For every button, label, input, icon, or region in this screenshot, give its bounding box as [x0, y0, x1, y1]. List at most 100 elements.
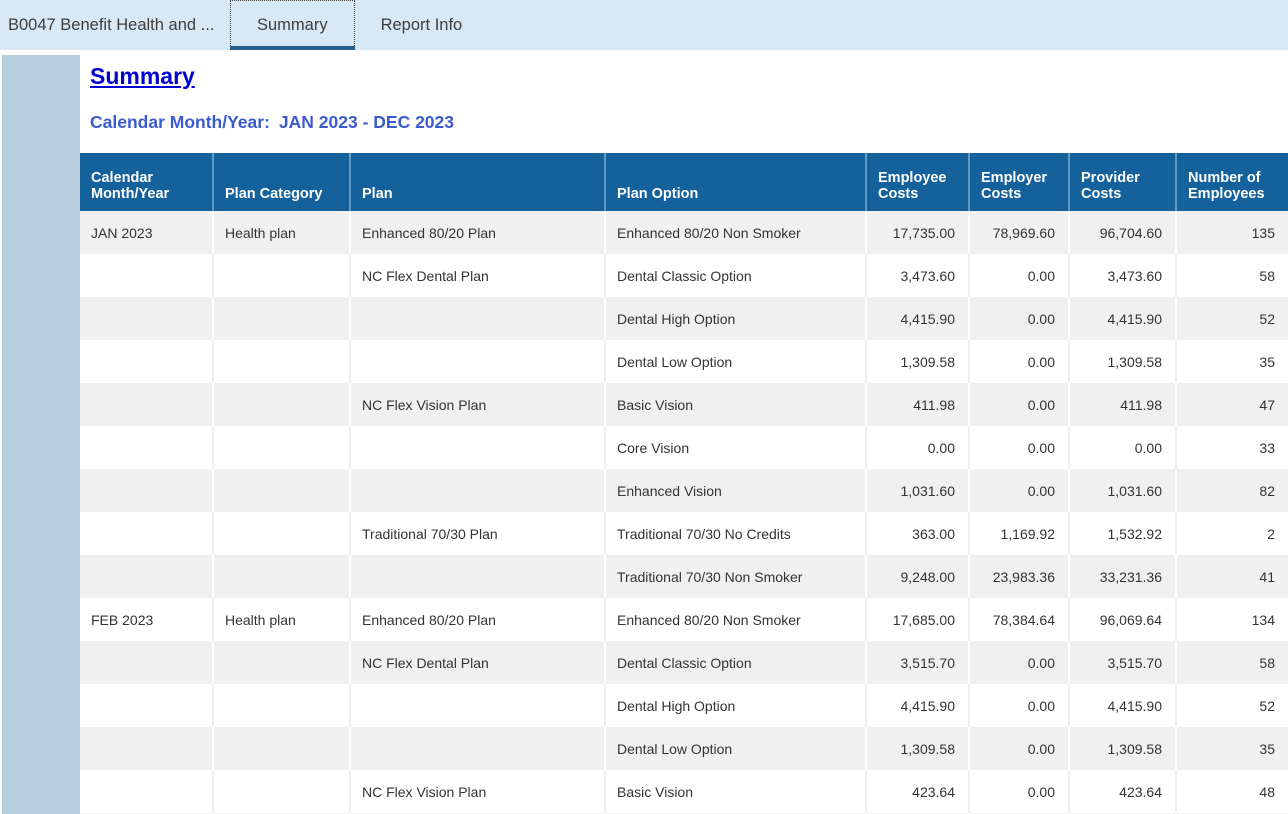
column-header: Calendar Month/Year	[80, 153, 213, 211]
table-cell: 35	[1176, 727, 1288, 770]
table-cell: 0.00	[969, 770, 1069, 813]
table-cell	[350, 684, 605, 727]
table-cell: 1,309.58	[866, 727, 969, 770]
table-cell	[213, 297, 350, 340]
table-cell	[213, 555, 350, 598]
table-row: FEB 2023Health planEnhanced 80/20 PlanEn…	[80, 598, 1288, 641]
table-cell: Dental Low Option	[605, 727, 866, 770]
summary-table: Calendar Month/YearPlan CategoryPlanPlan…	[80, 153, 1288, 814]
calendar-range-label: Calendar Month/Year:	[90, 112, 270, 132]
table-cell: 1,309.58	[866, 340, 969, 383]
table-cell	[80, 469, 213, 512]
table-row: Dental High Option4,415.900.004,415.9052	[80, 297, 1288, 340]
table-cell: Basic Vision	[605, 383, 866, 426]
table-cell: 1,169.92	[969, 512, 1069, 555]
table-cell: 4,415.90	[1069, 684, 1176, 727]
table-cell	[80, 383, 213, 426]
table-cell	[350, 297, 605, 340]
table-cell: 23,983.36	[969, 555, 1069, 598]
report-title-tab[interactable]: B0047 Benefit Health and ...	[0, 0, 230, 50]
table-cell: 1,309.58	[1069, 727, 1176, 770]
table-row: Dental Low Option1,309.580.001,309.5835	[80, 727, 1288, 770]
summary-title-link[interactable]: Summary	[90, 63, 195, 90]
table-cell	[213, 426, 350, 469]
table-cell	[213, 340, 350, 383]
table-cell: 0.00	[969, 340, 1069, 383]
table-cell: 4,415.90	[866, 297, 969, 340]
table-cell: 0.00	[969, 469, 1069, 512]
table-header-row: Calendar Month/YearPlan CategoryPlanPlan…	[80, 153, 1288, 211]
tab-report-info[interactable]: Report Info	[355, 0, 489, 50]
table-cell	[80, 770, 213, 813]
table-cell	[213, 727, 350, 770]
table-cell: 0.00	[866, 426, 969, 469]
table-cell: 0.00	[969, 297, 1069, 340]
table-cell: 3,515.70	[866, 641, 969, 684]
table-cell: Enhanced Vision	[605, 469, 866, 512]
table-cell: JAN 2023	[80, 211, 213, 254]
table-cell: Enhanced 80/20 Plan	[350, 598, 605, 641]
table-cell	[213, 684, 350, 727]
table-cell	[80, 684, 213, 727]
table-cell	[80, 426, 213, 469]
table-cell	[213, 254, 350, 297]
table-cell: Health plan	[213, 598, 350, 641]
table-cell: Dental High Option	[605, 684, 866, 727]
table-cell: 52	[1176, 297, 1288, 340]
table-cell: 0.00	[969, 383, 1069, 426]
table-cell: 0.00	[969, 254, 1069, 297]
table-cell: 363.00	[866, 512, 969, 555]
table-row: NC Flex Dental PlanDental Classic Option…	[80, 254, 1288, 297]
tab-summary-label: Summary	[257, 16, 328, 35]
table-cell: 1,031.60	[866, 469, 969, 512]
table-cell: Basic Vision	[605, 770, 866, 813]
table-row: Enhanced Vision1,031.600.001,031.6082	[80, 469, 1288, 512]
table-cell	[80, 297, 213, 340]
table-row: Traditional 70/30 Non Smoker9,248.0023,9…	[80, 555, 1288, 598]
tab-summary[interactable]: Summary	[230, 0, 355, 50]
table-cell: FEB 2023	[80, 598, 213, 641]
calendar-range-heading: Calendar Month/Year: JAN 2023 - DEC 2023	[90, 112, 1288, 133]
table-cell: 3,473.60	[866, 254, 969, 297]
table-row: Core Vision0.000.000.0033	[80, 426, 1288, 469]
table-cell: 411.98	[1069, 383, 1176, 426]
table-cell: Core Vision	[605, 426, 866, 469]
table-cell: 3,473.60	[1069, 254, 1176, 297]
table-cell: Enhanced 80/20 Plan	[350, 211, 605, 254]
table-cell: 0.00	[969, 727, 1069, 770]
table-cell: NC Flex Vision Plan	[350, 383, 605, 426]
table-row: JAN 2023Health planEnhanced 80/20 PlanEn…	[80, 211, 1288, 254]
table-cell: 48	[1176, 770, 1288, 813]
table-cell: 41	[1176, 555, 1288, 598]
table-cell: 58	[1176, 254, 1288, 297]
table-row: NC Flex Vision PlanBasic Vision423.640.0…	[80, 770, 1288, 813]
table-cell: 1,309.58	[1069, 340, 1176, 383]
table-cell: 0.00	[969, 426, 1069, 469]
table-cell: 17,735.00	[866, 211, 969, 254]
table-cell: 47	[1176, 383, 1288, 426]
table-cell: NC Flex Dental Plan	[350, 641, 605, 684]
table-cell	[350, 469, 605, 512]
table-cell	[80, 254, 213, 297]
left-sidebar-panel	[2, 55, 80, 814]
column-header: Plan Option	[605, 153, 866, 211]
table-cell: Enhanced 80/20 Non Smoker	[605, 598, 866, 641]
table-cell: 96,704.60	[1069, 211, 1176, 254]
table-cell	[80, 555, 213, 598]
table-cell	[80, 727, 213, 770]
table-cell: 134	[1176, 598, 1288, 641]
table-cell: 1,532.92	[1069, 512, 1176, 555]
report-content: Summary Calendar Month/Year: JAN 2023 - D…	[80, 50, 1288, 814]
table-cell	[213, 641, 350, 684]
table-cell	[80, 340, 213, 383]
table-row: NC Flex Vision PlanBasic Vision 411.980.0…	[80, 383, 1288, 426]
calendar-range-value: JAN 2023 - DEC 2023	[279, 112, 454, 132]
column-header: Employer Costs	[969, 153, 1069, 211]
table-cell: 2	[1176, 512, 1288, 555]
table-cell: 423.64	[866, 770, 969, 813]
table-cell: 1,031.60	[1069, 469, 1176, 512]
table-cell: 0.00	[969, 641, 1069, 684]
table-cell	[350, 426, 605, 469]
table-cell	[350, 340, 605, 383]
table-cell	[213, 383, 350, 426]
